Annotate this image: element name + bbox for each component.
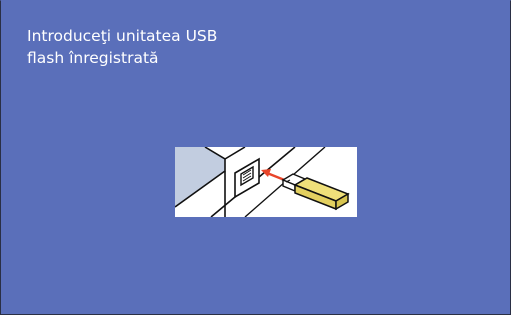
usb-insert-illustration — [175, 147, 357, 217]
message-line-2: flash înregistrată — [27, 49, 159, 67]
message-line-1: Introduceţi unitatea USB — [27, 27, 218, 45]
usb-insert-icon — [175, 147, 357, 217]
insert-usb-message: Introduceţi unitatea USB flash înregistr… — [27, 25, 217, 69]
usb-prompt-screen: Introduceţi unitatea USB flash înregistr… — [0, 0, 511, 315]
